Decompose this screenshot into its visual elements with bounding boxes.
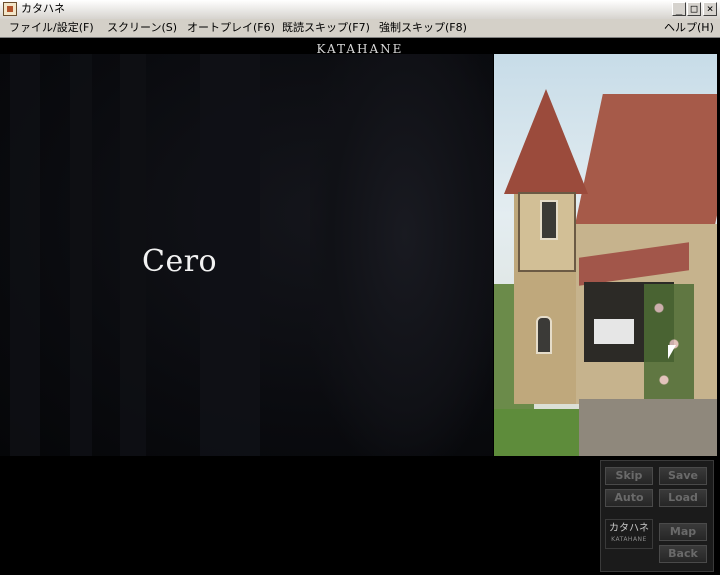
game-logo-strip: KATAHANE — [0, 38, 720, 56]
control-panel: Skip Save Auto Load カタハネ KATAHANE Map Ba… — [600, 460, 714, 572]
menu-autoplay[interactable]: オートプレイ(F6) — [187, 20, 275, 35]
character-silhouette — [310, 54, 493, 456]
arched-window — [536, 316, 552, 354]
panel-logo-title: カタハネ — [609, 523, 649, 534]
speaker-name: Cero — [142, 244, 218, 279]
rose-vine — [644, 284, 694, 404]
title-bar: カタハネ _ □ × — [0, 0, 720, 20]
location-illustration — [494, 54, 717, 456]
hanging-laundry — [594, 319, 634, 344]
mouse-cursor-icon — [668, 345, 676, 359]
stone-wall — [579, 399, 717, 456]
curtain-fold — [10, 54, 40, 456]
app-icon — [3, 2, 17, 16]
panel-logo: カタハネ KATAHANE — [605, 519, 653, 549]
house-roof — [575, 94, 717, 224]
maximize-button[interactable]: □ — [687, 2, 701, 16]
save-button[interactable]: Save — [659, 467, 707, 485]
menu-force-skip[interactable]: 強制スキップ(F8) — [379, 20, 467, 35]
skip-button[interactable]: Skip — [605, 467, 653, 485]
tower-roof — [504, 89, 588, 194]
window-title: カタハネ — [21, 2, 65, 15]
menu-read-skip[interactable]: 既読スキップ(F7) — [282, 20, 370, 35]
game-window: カタハネ _ □ × ファイル/設定(F) スクリーン(S) オートプレイ(F6… — [0, 0, 720, 575]
load-button[interactable]: Load — [659, 489, 707, 507]
curtain-fold — [70, 54, 92, 456]
menu-screen[interactable]: スクリーン(S) — [107, 20, 177, 35]
auto-button[interactable]: Auto — [605, 489, 653, 507]
minimize-button[interactable]: _ — [672, 2, 686, 16]
back-button[interactable]: Back — [659, 545, 707, 563]
panel-logo-subtitle: KATAHANE — [611, 536, 647, 543]
menu-bar: ファイル/設定(F) スクリーン(S) オートプレイ(F6) 既読スキップ(F7… — [0, 19, 720, 38]
menu-help[interactable]: ヘルプ(H) — [664, 20, 714, 35]
map-button[interactable]: Map — [659, 523, 707, 541]
tower-window — [540, 200, 558, 240]
main-scene[interactable]: Cero — [0, 54, 493, 456]
close-button[interactable]: × — [703, 2, 717, 16]
menu-file-settings[interactable]: ファイル/設定(F) — [9, 20, 94, 35]
